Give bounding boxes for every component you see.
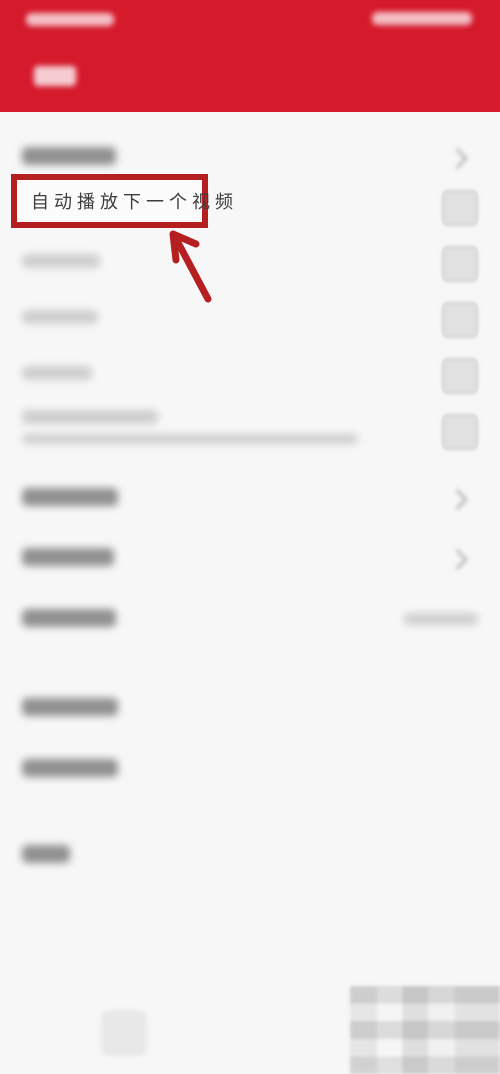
setting-row-3 — [22, 366, 92, 380]
setting-row-2 — [22, 310, 98, 324]
section-title-6 — [22, 759, 118, 777]
section-4-value — [404, 613, 478, 625]
page-title — [34, 66, 76, 86]
chevron-down-icon — [446, 147, 469, 170]
watermark-image — [350, 986, 500, 1074]
setting-row-4-title — [22, 410, 158, 424]
chevron-right-icon[interactable] — [446, 548, 469, 571]
toggle-autoplay-next-video[interactable] — [442, 190, 478, 226]
top-app-bar — [0, 0, 500, 112]
section-title-4 — [22, 609, 116, 627]
section-title-7 — [22, 845, 70, 863]
setting-row-1 — [22, 254, 100, 268]
toggle-setting-4[interactable] — [442, 414, 478, 450]
toggle-setting-1[interactable] — [442, 246, 478, 282]
status-bar-right — [372, 12, 472, 25]
home-button[interactable] — [101, 1010, 147, 1056]
setting-row-4-description — [22, 434, 358, 444]
section-title-playback — [22, 147, 116, 165]
toggle-setting-3[interactable] — [442, 358, 478, 394]
chevron-right-icon[interactable] — [446, 488, 469, 511]
status-bar-left — [26, 13, 114, 26]
arrow-up-left-icon — [169, 230, 212, 303]
autoplay-next-video-setting-highlight: 自动播放下一个视频 — [11, 174, 233, 228]
autoplay-next-video-label: 自动播放下一个视频 — [31, 192, 238, 213]
section-title-5 — [22, 698, 118, 716]
section-title-3 — [22, 548, 114, 566]
toggle-setting-2[interactable] — [442, 302, 478, 338]
section-title-2 — [22, 488, 118, 506]
